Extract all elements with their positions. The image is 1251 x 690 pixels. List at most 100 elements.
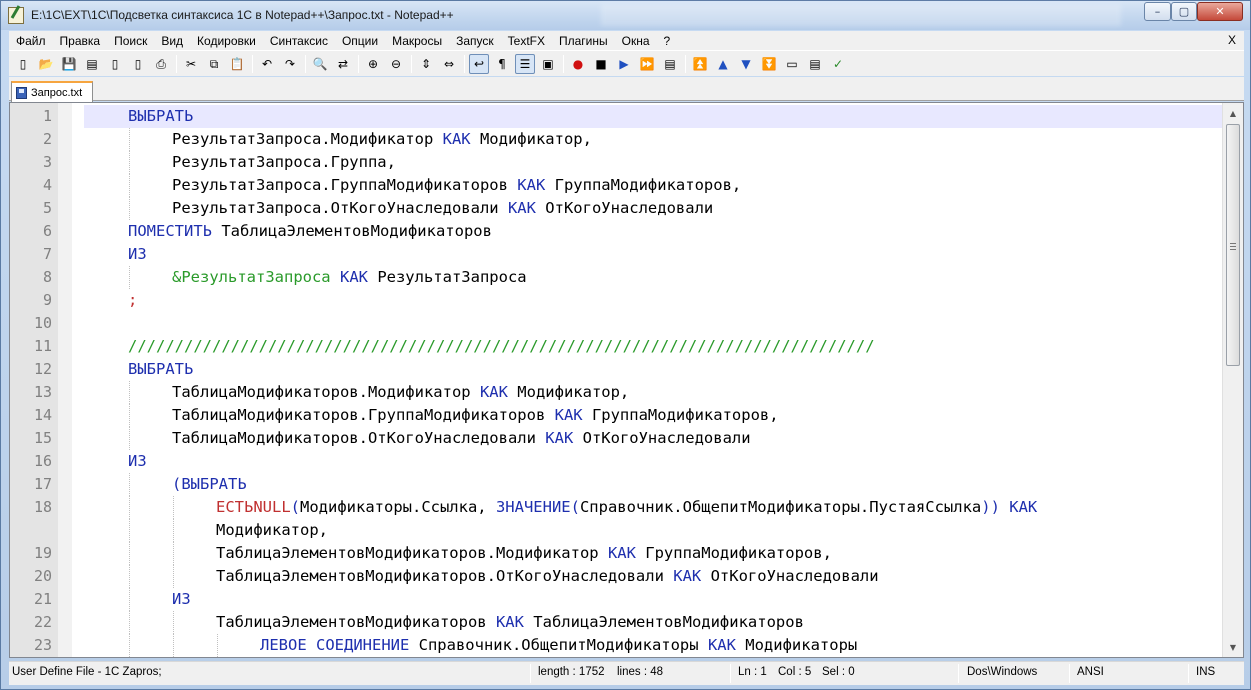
menu-item[interactable]: Вид	[154, 34, 190, 48]
code-line[interactable]: 2 РезультатЗапроса.Модификатор КАК Модифи…	[10, 128, 1222, 151]
record-macro-icon[interactable]: ●	[568, 54, 588, 74]
code-line[interactable]: 23 ЛЕВОЕ СОЕДИНЕНИЕ Справочник.ОбщепитМод…	[10, 634, 1222, 657]
language-icon[interactable]: ▣	[538, 54, 558, 74]
code-line[interactable]: 6 ПОМЕСТИТЬ ТаблицаЭлементовМодификаторов	[10, 220, 1222, 243]
cut-icon[interactable]: ✂	[181, 54, 201, 74]
code-line[interactable]: 9;	[10, 289, 1222, 312]
code-line[interactable]: 13 ТаблицаМодификаторов.Модификатор КАК М…	[10, 381, 1222, 404]
spell-check-icon[interactable]: ✓	[828, 54, 848, 74]
code-line[interactable]: 1 ВЫБРАТЬ	[10, 105, 1222, 128]
background-blur	[601, 4, 1121, 26]
menu-item[interactable]: Макросы	[385, 34, 449, 48]
play-macro-icon[interactable]: ▶	[614, 54, 634, 74]
scroll-down-arrow-icon[interactable]: ▼	[1225, 639, 1241, 655]
menu-item[interactable]: Запуск	[449, 34, 501, 48]
copy-icon[interactable]: ⧉	[204, 54, 224, 74]
tab-strip: Запрос.txt	[9, 77, 1244, 102]
code-line[interactable]: 8 &РезультатЗапроса КАК РезультатЗапроса	[10, 266, 1222, 289]
indent-guide	[129, 588, 130, 611]
line-text: ВЫБРАТЬ	[84, 358, 1222, 381]
word-wrap-icon[interactable]: ↩	[469, 53, 489, 74]
close-document-button[interactable]: X	[1228, 33, 1236, 47]
code-line[interactable]: 3 РезультатЗапроса.Группа,	[10, 151, 1222, 174]
close-button[interactable]: ✕	[1197, 2, 1243, 21]
line-text: ИЗ	[84, 243, 1222, 266]
code-token: Модификатор,	[507, 383, 630, 401]
line-text: (ВЫБРАТЬ	[84, 473, 1222, 496]
run-macro-multiple-icon[interactable]: ⏩	[637, 54, 657, 74]
code-line[interactable]: 4 РезультатЗапроса.ГруппаМодификаторов КА…	[10, 174, 1222, 197]
vertical-scrollbar[interactable]: ▲ ▼	[1222, 103, 1243, 657]
code-line[interactable]: 15 ТаблицаМодификаторов.ОтКогоУнаследовал…	[10, 427, 1222, 450]
sync-vertical-icon[interactable]: ⇕	[416, 54, 436, 74]
menu-item[interactable]: Опции	[335, 34, 385, 48]
find-icon[interactable]: 🔍	[310, 54, 330, 74]
zoom-in-icon[interactable]: ⊕	[363, 54, 383, 74]
code-line[interactable]: 14 ТаблицаМодификаторов.ГруппаМодификатор…	[10, 404, 1222, 427]
status-lines: lines : 48	[617, 666, 664, 678]
undo-icon[interactable]: ↶	[257, 54, 277, 74]
scroll-thumb[interactable]	[1226, 124, 1240, 366]
menu-item[interactable]: Плагины	[552, 34, 615, 48]
redo-icon[interactable]: ↷	[280, 54, 300, 74]
code-line[interactable]: 10	[10, 312, 1222, 335]
status-ln: Ln : 1	[738, 666, 767, 678]
close-all-icon[interactable]: ▯	[128, 54, 148, 74]
menu-item[interactable]: Окна	[615, 34, 657, 48]
save-icon[interactable]: 💾	[59, 54, 79, 74]
menu-item[interactable]: TextFX	[501, 34, 552, 48]
fold-all-icon[interactable]: ⏫	[690, 54, 710, 74]
minimize-button[interactable]: –	[1144, 2, 1171, 21]
open-file-icon[interactable]: 📂	[36, 54, 56, 74]
save-macro-icon[interactable]: ▤	[660, 54, 680, 74]
clipboard-history-icon[interactable]: ▤	[805, 54, 825, 74]
move-up-icon[interactable]: ▲	[713, 54, 733, 74]
unfold-all-icon[interactable]: ⏬	[759, 54, 779, 74]
menu-item[interactable]: Синтаксис	[263, 34, 335, 48]
scroll-up-arrow-icon[interactable]: ▲	[1225, 105, 1241, 121]
code-line[interactable]: 16 ИЗ	[10, 450, 1222, 473]
paste-icon[interactable]: 📋	[227, 54, 247, 74]
code-token: ГруппаМодификаторов,	[545, 176, 742, 194]
maximize-button[interactable]: ▢	[1171, 2, 1197, 21]
code-line[interactable]: 5 РезультатЗапроса.ОтКогоУнаследовали КАК…	[10, 197, 1222, 220]
line-text: РезультатЗапроса.Группа,	[84, 151, 1222, 174]
code-line[interactable]: 7 ИЗ	[10, 243, 1222, 266]
menu-item[interactable]: Поиск	[107, 34, 154, 48]
code-line[interactable]: 21 ИЗ	[10, 588, 1222, 611]
line-number: 13	[33, 383, 52, 401]
code-line[interactable]: 18 ЕСТЬNULL(Модификаторы.Ссылка, ЗНАЧЕНИЕ…	[10, 496, 1222, 519]
menu-item[interactable]: Кодировки	[190, 34, 263, 48]
code-line[interactable]: 17 (ВЫБРАТЬ	[10, 473, 1222, 496]
zoom-out-icon[interactable]: ⊖	[386, 54, 406, 74]
indent-guide-icon[interactable]: ☰	[515, 53, 535, 74]
menu-item[interactable]: ?	[657, 34, 678, 48]
show-all-chars-icon[interactable]: ¶	[492, 54, 512, 74]
toolbar-separator	[563, 54, 564, 73]
keyword-token: КАК	[339, 268, 368, 286]
status-file-type: User Define File - 1C Zapros;	[12, 666, 162, 678]
code-line[interactable]: 19 ТаблицаЭлементовМодификаторов.Модифика…	[10, 542, 1222, 565]
tab-zapros[interactable]: Запрос.txt	[11, 81, 93, 102]
code-editor[interactable]: 1 ВЫБРАТЬ 2 РезультатЗапроса.Модификатор КА…	[9, 102, 1244, 658]
close-file-icon[interactable]: ▯	[105, 54, 125, 74]
menu-item[interactable]: Правка	[53, 34, 108, 48]
code-line[interactable]: 12 ВЫБРАТЬ	[10, 358, 1222, 381]
stop-record-icon[interactable]: ■	[591, 54, 611, 74]
move-down-icon[interactable]: ▼	[736, 54, 756, 74]
menu-item[interactable]: Файл	[9, 34, 53, 48]
code-line[interactable]: 11 //////////////////////////////////////…	[10, 335, 1222, 358]
replace-icon[interactable]: ⇄	[333, 54, 353, 74]
save-all-icon[interactable]: ▤	[82, 54, 102, 74]
code-line[interactable]: 22 ТаблицаЭлементовМодификаторов КАК Табл…	[10, 611, 1222, 634]
print-icon[interactable]: ⎙	[151, 54, 171, 74]
code-line[interactable]: Модификатор,	[10, 519, 1222, 542]
line-text: ////////////////////////////////////////…	[84, 335, 1222, 358]
code-token: Справочник.ОбщепитМодификаторы.ПустаяСсы…	[579, 498, 982, 516]
comment-token: ////////////////////////////////////////…	[128, 337, 875, 355]
code-line[interactable]: 20 ТаблицаЭлементовМодификаторов.ОтКогоУн…	[10, 565, 1222, 588]
sync-horizontal-icon[interactable]: ⇔	[439, 54, 459, 74]
panel-icon[interactable]: ▭	[782, 54, 802, 74]
toolbar-separator	[358, 54, 359, 73]
new-file-icon[interactable]: ▯	[13, 54, 33, 74]
